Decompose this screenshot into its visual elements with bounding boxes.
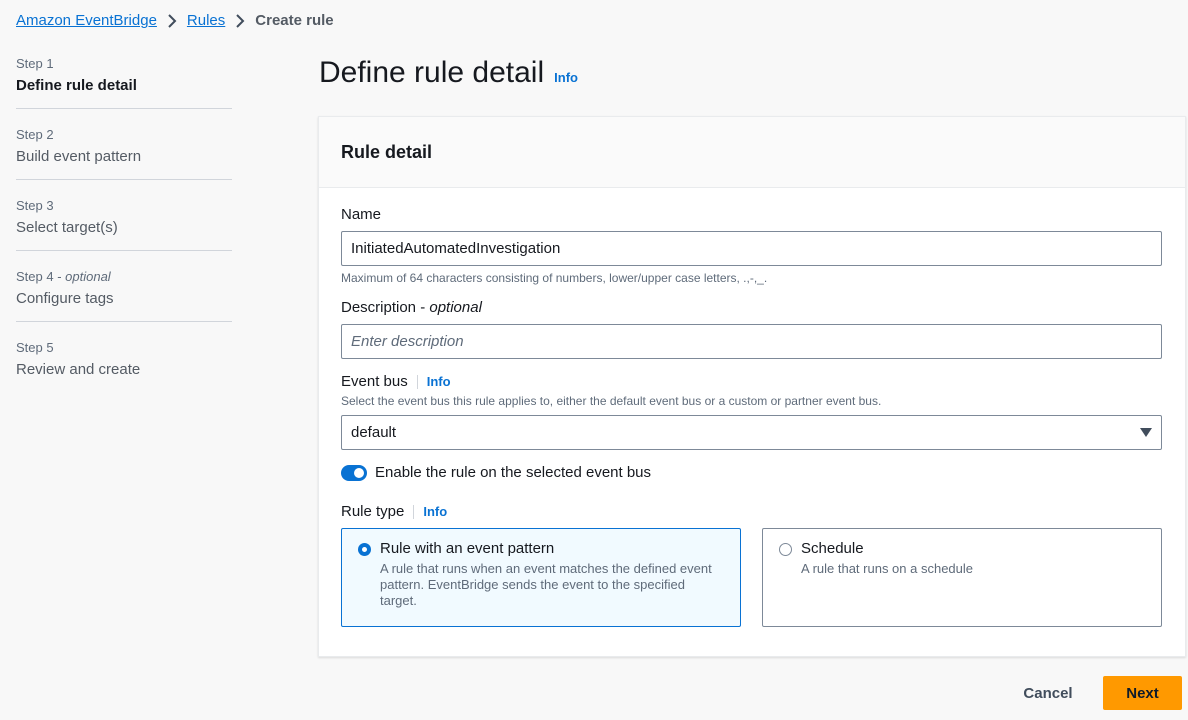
page-title: Define rule detail — [319, 56, 545, 89]
panel-header: Rule detail — [319, 117, 1185, 188]
name-label: Name — [341, 206, 382, 223]
event-bus-hint: Select the event bus this rule applies t… — [341, 394, 882, 408]
tile-title: Rule with an event pattern — [380, 540, 555, 557]
rule-detail-panel: Rule detail Name InitiatedAutomatedInves… — [318, 116, 1186, 657]
divider — [416, 374, 418, 389]
event-bus-value: default — [351, 424, 397, 441]
description-input[interactable]: Enter description — [341, 324, 1162, 359]
breadcrumb-eventbridge-link[interactable]: Amazon EventBridge — [16, 12, 157, 29]
step-number: Step 1 — [16, 56, 54, 71]
wizard-step-5[interactable]: Step 5 Review and create — [16, 338, 232, 392]
page-info-link[interactable]: Info — [554, 70, 578, 85]
breadcrumb: Amazon EventBridge Rules Create rule — [16, 12, 334, 29]
cancel-button[interactable]: Cancel — [1010, 676, 1086, 710]
panel-body: Name InitiatedAutomatedInvestigation Max… — [319, 188, 1185, 627]
name-field: Name InitiatedAutomatedInvestigation Max… — [341, 206, 1163, 285]
enable-rule-toggle-row: Enable the rule on the selected event bu… — [341, 464, 1163, 481]
tile-description: A rule that runs when an event matches t… — [380, 561, 712, 608]
step-number-text: Step 4 — [16, 269, 54, 284]
event-bus-label-row: Event bus Info — [341, 373, 1163, 390]
divider — [413, 504, 415, 519]
panel-title: Rule detail — [341, 141, 433, 162]
rule-type-field: Rule type Info Rule with an event patter… — [341, 503, 1163, 627]
event-bus-label: Event bus — [341, 373, 408, 390]
rule-type-schedule-tile[interactable]: Schedule A rule that runs on a schedule — [762, 528, 1162, 627]
wizard-step-4[interactable]: Step 4 - optional Configure tags — [16, 267, 232, 322]
chevron-right-icon — [157, 13, 187, 28]
tile-description: A rule that runs on a schedule — [801, 561, 974, 576]
caret-down-icon — [1140, 428, 1152, 437]
step-title: Configure tags — [16, 290, 114, 307]
rule-type-tiles: Rule with an event pattern A rule that r… — [341, 528, 1163, 627]
rule-type-event-pattern-tile[interactable]: Rule with an event pattern A rule that r… — [341, 528, 741, 627]
step-title: Build event pattern — [16, 148, 142, 165]
name-input[interactable]: InitiatedAutomatedInvestigation — [341, 231, 1162, 266]
next-button[interactable]: Next — [1103, 676, 1182, 710]
step-number: Step 3 — [16, 198, 54, 213]
toggle-label: Enable the rule on the selected event bu… — [375, 464, 652, 481]
wizard-step-2[interactable]: Step 2 Build event pattern — [16, 125, 232, 180]
name-hint: Maximum of 64 characters consisting of n… — [341, 271, 768, 285]
radio-selected-icon[interactable] — [358, 543, 371, 556]
wizard-step-3[interactable]: Step 3 Select target(s) — [16, 196, 232, 251]
radio-unselected-icon[interactable] — [779, 543, 792, 556]
breadcrumb-rules-link[interactable]: Rules — [187, 12, 225, 29]
toggle-knob — [354, 467, 364, 478]
step-title: Review and create — [16, 361, 141, 378]
rule-type-label-row: Rule type Info — [341, 503, 1163, 520]
page-header: Define rule detail Info — [319, 56, 578, 90]
step-number: Step 2 — [16, 127, 54, 142]
description-field: Description - optional Enter description — [341, 299, 1163, 359]
step-optional: optional — [65, 269, 111, 284]
step-title: Select target(s) — [16, 219, 118, 236]
enable-rule-toggle[interactable] — [341, 464, 367, 481]
event-bus-select[interactable]: default — [341, 415, 1162, 450]
rule-type-info-link[interactable]: Info — [423, 504, 447, 519]
event-bus-info-link[interactable]: Info — [427, 374, 451, 389]
rule-type-label: Rule type — [341, 503, 405, 520]
tile-content: Schedule A rule that runs on a schedule — [801, 540, 973, 615]
wizard-step-1: Step 1 Define rule detail — [16, 54, 232, 109]
step-number: Step 5 — [16, 340, 54, 355]
description-optional: optional — [429, 299, 482, 316]
event-bus-field: Event bus Info Select the event bus this… — [341, 373, 1163, 481]
step-number: Step 4 - optional — [16, 269, 111, 284]
breadcrumb-current: Create rule — [255, 12, 334, 29]
description-label: Description - optional — [341, 299, 1163, 316]
tile-title: Schedule — [801, 540, 864, 557]
description-label-text: Description - — [341, 299, 430, 316]
wizard-steps: Step 1 Define rule detail Step 2 Build e… — [16, 54, 232, 408]
step-title: Define rule detail — [16, 77, 137, 94]
tile-content: Rule with an event pattern A rule that r… — [380, 540, 724, 615]
chevron-right-icon — [225, 13, 255, 28]
